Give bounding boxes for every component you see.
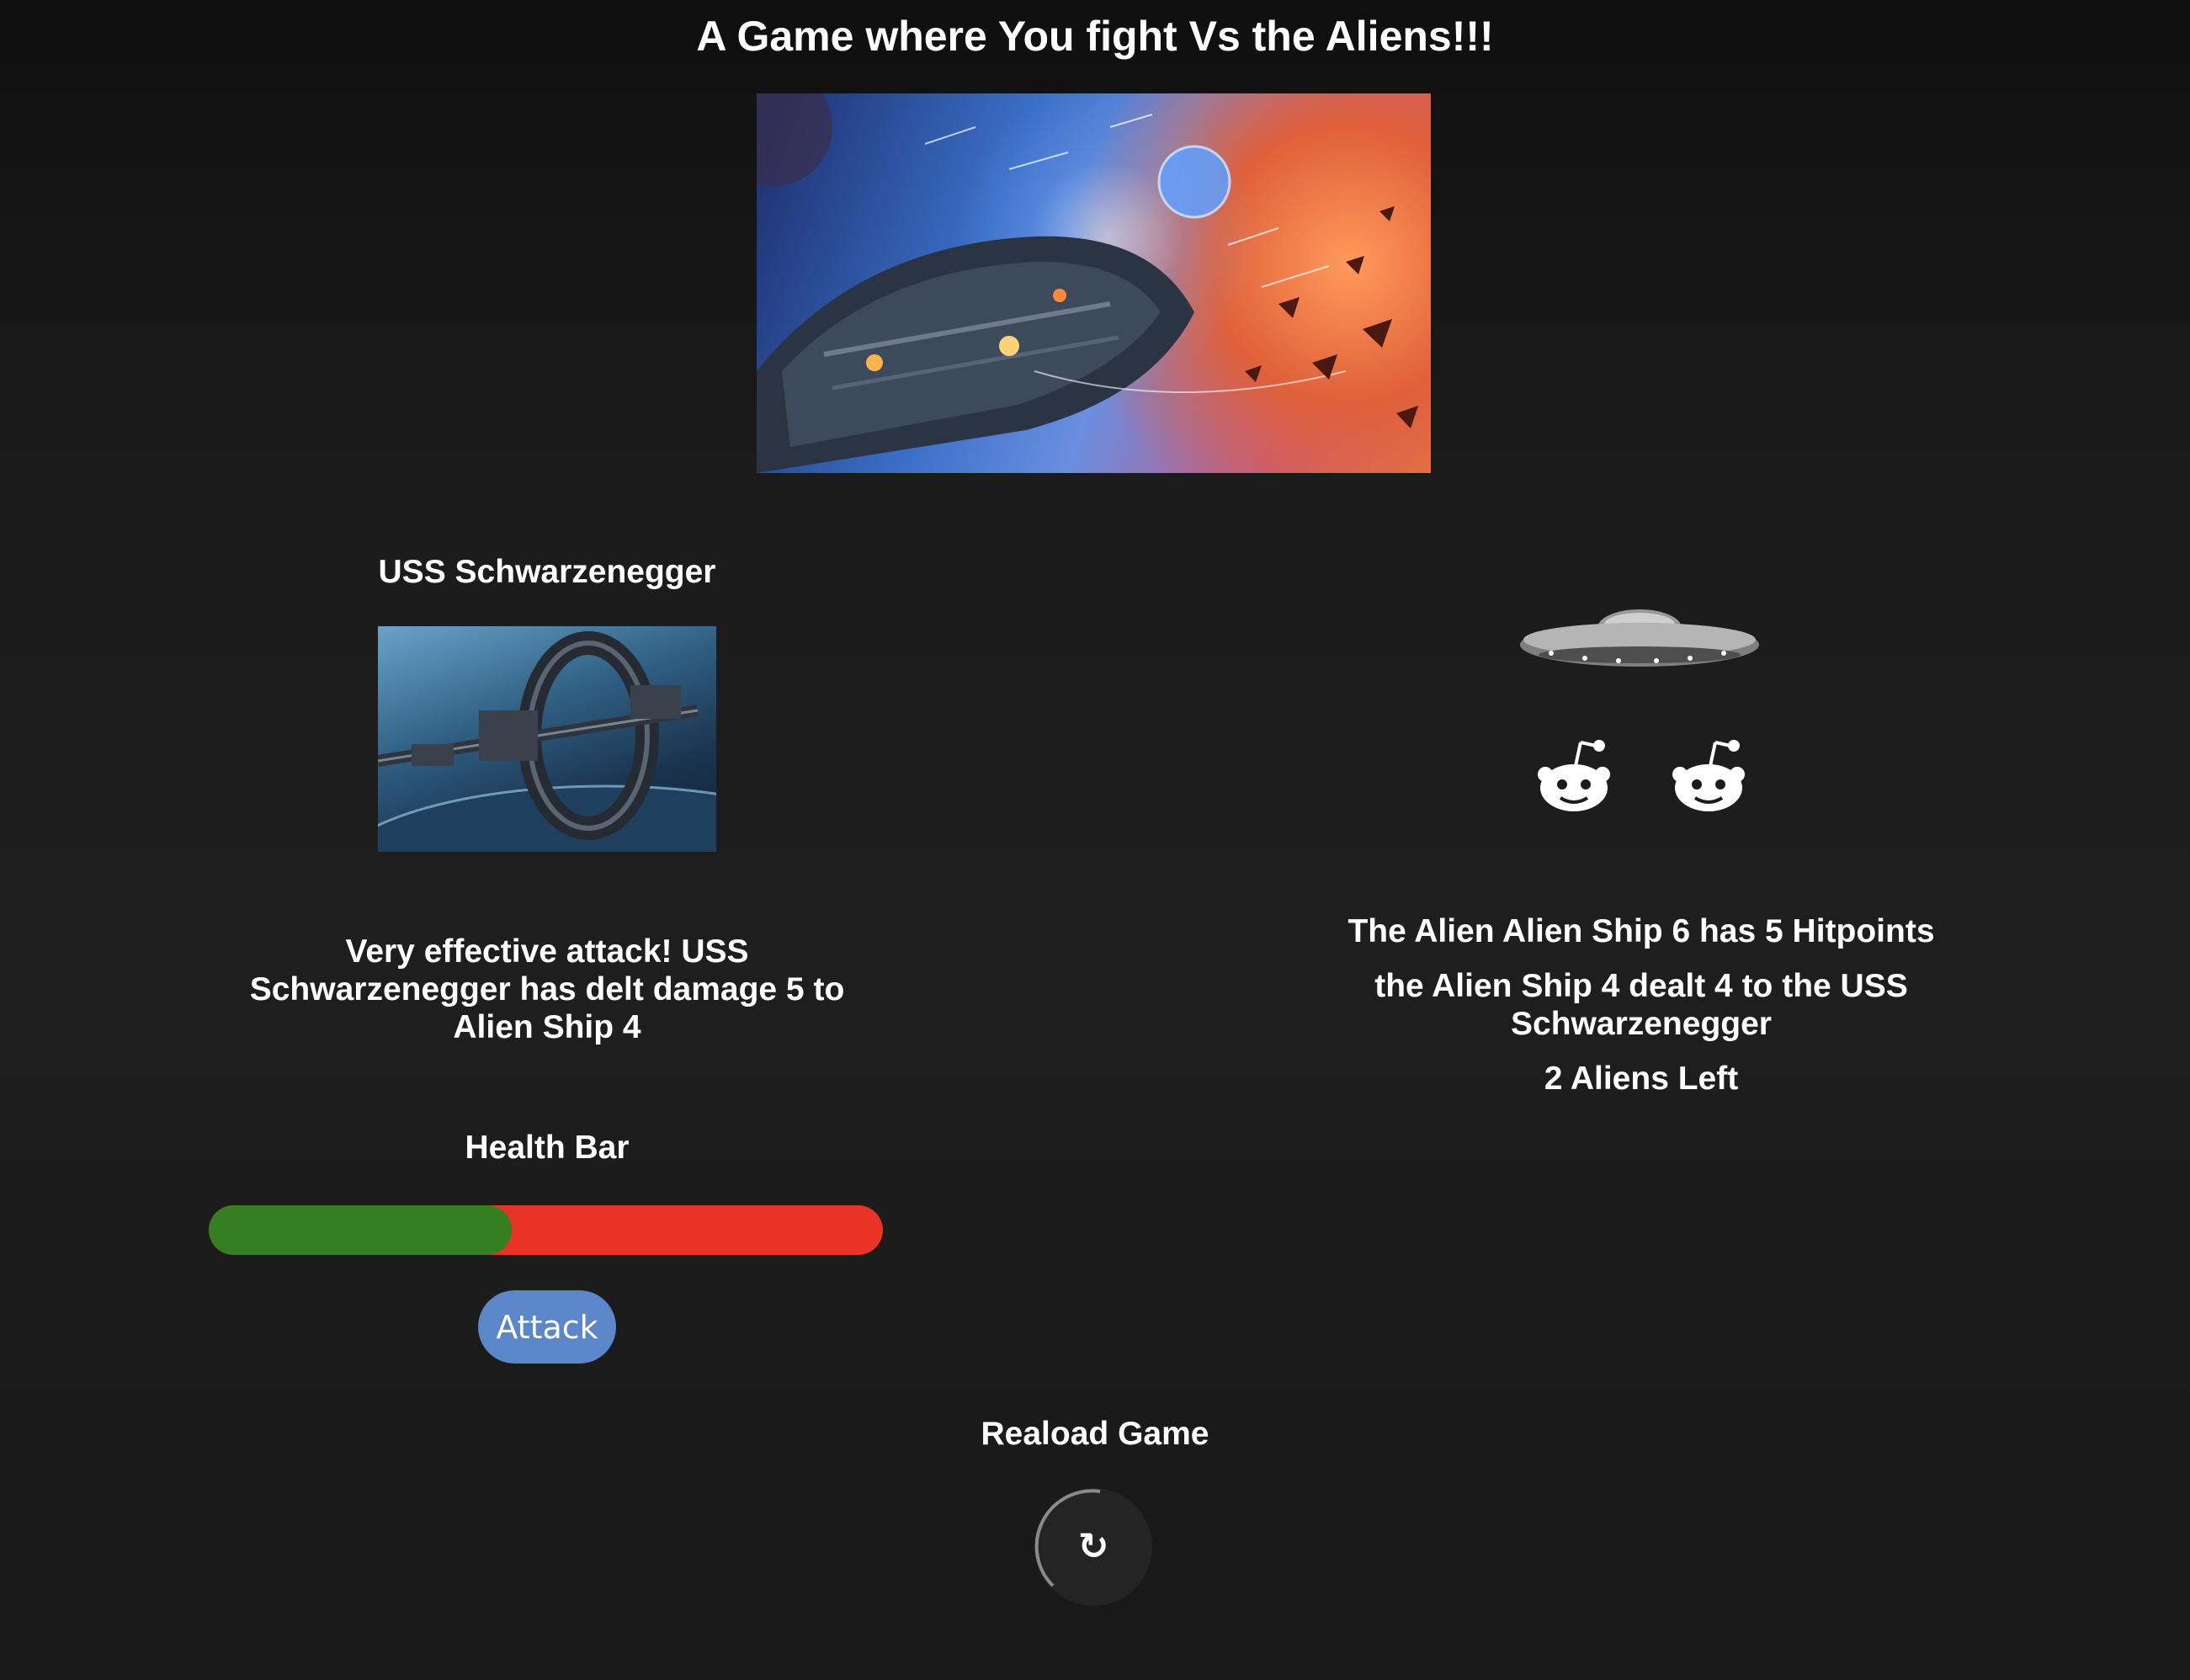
attack-button[interactable]: Attack: [478, 1290, 616, 1364]
health-bar: [209, 1205, 883, 1255]
space-station-illustration: [378, 631, 716, 852]
reddit-alien-icon: [1672, 740, 1745, 811]
space-battle-banner-image: [757, 93, 1431, 473]
alien-hitpoints-message: The Alien Alien Ship 6 has 5 Hitpoints: [1347, 913, 1935, 949]
page-title: A Game where You fight Vs the Aliens!!!: [696, 13, 1494, 60]
health-bar-fill: [209, 1205, 513, 1255]
aliens-left-count: 2 Aliens Left: [1544, 1061, 1739, 1097]
reload-game-label: Reaload Game: [981, 1416, 1209, 1452]
alien-battle-log: The Alien Alien Ship 6 has 5 Hitpoints t…: [1262, 912, 2020, 1114]
space-battle-illustration: [757, 93, 1418, 473]
reddit-alien-icon: [1538, 740, 1610, 811]
alien-ufo-icon: [1520, 609, 1759, 667]
health-bar-label: Health Bar: [465, 1130, 630, 1166]
reload-icon: ↻: [1077, 1525, 1109, 1568]
player-ship-image: [378, 626, 716, 852]
player-panel: USS Schwarzenegger Very effective attack…: [126, 539, 968, 1364]
aliens-remaining-row: [1262, 732, 2020, 816]
player-attack-message: Very effective attack! USS Schwarzenegge…: [249, 933, 845, 1045]
player-battle-log: Very effective attack! USS Schwarzenegge…: [126, 933, 968, 1046]
alien-damage-message: the Alien Ship 4 dealt 4 to the USS Schw…: [1374, 968, 1908, 1042]
reload-game-button[interactable]: ↻: [1034, 1488, 1152, 1606]
player-ship-name: USS Schwarzenegger: [378, 554, 716, 590]
